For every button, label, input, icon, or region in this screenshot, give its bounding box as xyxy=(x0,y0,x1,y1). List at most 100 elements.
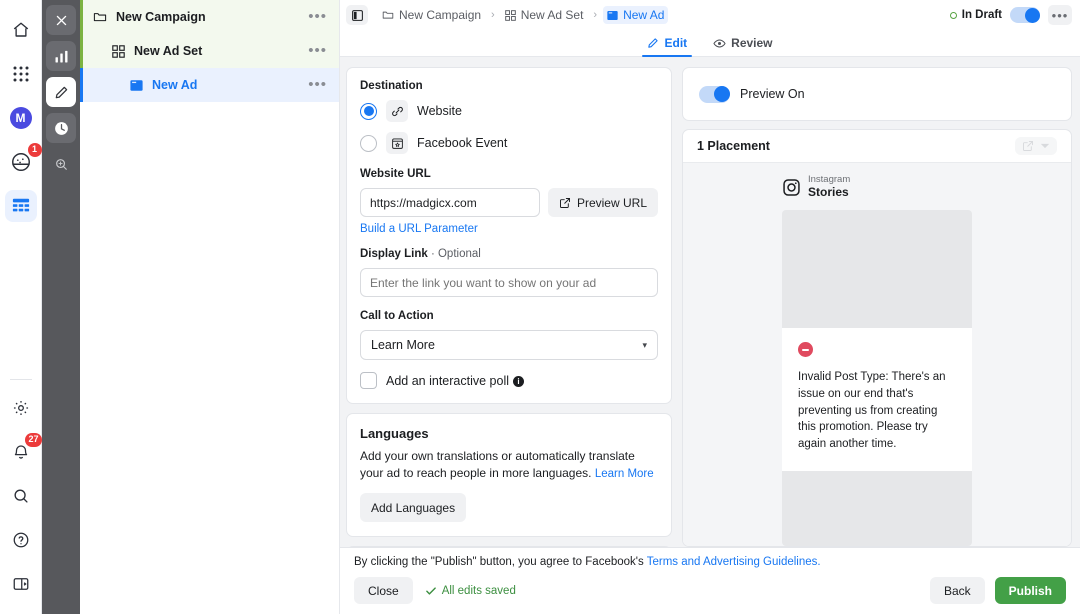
tree-row-adset[interactable]: New Ad Set ••• xyxy=(80,34,339,68)
collapse-panel-icon[interactable] xyxy=(5,568,37,600)
preview-body-card: 1 Placement Instagram Stories Invalid Po… xyxy=(682,129,1072,547)
story-media-placeholder-bottom xyxy=(782,470,972,546)
footer-right-actions: Back Publish xyxy=(929,577,1066,604)
website-radio[interactable] xyxy=(360,102,377,120)
breadcrumb-label: New Ad xyxy=(623,8,665,22)
website-url-input[interactable] xyxy=(360,188,540,217)
website-url-row: Preview URL xyxy=(360,188,658,217)
tree-row-accent-bar xyxy=(80,34,83,68)
apps-grid-icon[interactable] xyxy=(5,58,37,90)
preview-stage: Instagram Stories Invalid Post Type: The… xyxy=(683,163,1071,546)
interactive-poll-label: Add an interactive poll i xyxy=(386,374,524,388)
campaign-tree-panel: New Campaign ••• New Ad Set ••• New Ad •… xyxy=(80,0,340,614)
tree-row-ad[interactable]: New Ad ••• xyxy=(80,68,339,102)
back-button[interactable]: Back xyxy=(929,577,985,604)
clock-icon[interactable] xyxy=(46,113,76,143)
website-url-title: Website URL xyxy=(360,168,431,180)
placement-names: Instagram Stories xyxy=(808,174,850,200)
breadcrumb-item-campaign[interactable]: New Campaign xyxy=(378,6,485,24)
story-error-card: Invalid Post Type: There's an issue on o… xyxy=(782,328,972,471)
bell-badge: 27 xyxy=(25,433,42,447)
help-icon[interactable] xyxy=(5,524,37,556)
terms-prefix: By clicking the "Publish" button, you ag… xyxy=(354,556,647,568)
tab-review[interactable]: Review xyxy=(711,30,774,56)
preview-toggle-card: Preview On xyxy=(682,67,1072,121)
display-link-optional: · Optional xyxy=(430,248,481,260)
ad-form-column: Destination Website Facebook Event Websi… xyxy=(346,67,672,547)
breadcrumb-label: New Ad Set xyxy=(520,8,584,22)
bar-chart-icon[interactable] xyxy=(46,41,76,71)
top-bar: New Campaign › New Ad Set › New Ad In Dr… xyxy=(340,0,1080,30)
story-media-placeholder-top xyxy=(782,210,972,329)
status-badge: In Draft xyxy=(949,9,1002,21)
preview-toggle-label: Preview On xyxy=(740,87,805,101)
placement-format: Stories xyxy=(808,185,849,200)
preview-toggle[interactable] xyxy=(699,85,730,103)
more-options-button[interactable]: ••• xyxy=(1048,5,1072,25)
toggle-knob xyxy=(713,86,730,102)
folder-icon xyxy=(382,9,394,21)
interactive-poll-text: Add an interactive poll xyxy=(386,373,509,388)
build-url-parameter-link[interactable]: Build a URL Parameter xyxy=(360,223,658,235)
interactive-poll-row[interactable]: Add an interactive poll i xyxy=(360,372,658,389)
avatar-icon[interactable]: 1 xyxy=(5,143,42,178)
save-status: All edits saved xyxy=(425,585,516,597)
home-icon[interactable] xyxy=(5,14,37,46)
breadcrumb-item-adset[interactable]: New Ad Set xyxy=(501,6,588,24)
destination-card: Destination Website Facebook Event Websi… xyxy=(346,67,672,404)
facebook-event-radio[interactable] xyxy=(360,134,377,152)
bell-icon[interactable]: 27 xyxy=(5,433,42,468)
tree-row-menu-button[interactable]: ••• xyxy=(306,42,329,60)
destination-option-facebook-event[interactable]: Facebook Event xyxy=(360,132,658,154)
close-button[interactable]: Close xyxy=(354,577,413,604)
placement-header-actions[interactable] xyxy=(1015,137,1057,155)
chevron-down-icon[interactable] xyxy=(1040,141,1050,151)
tree-row-accent-bar xyxy=(80,68,83,102)
tree-row-campaign[interactable]: New Campaign ••• xyxy=(80,0,339,34)
add-languages-button[interactable]: Add Languages xyxy=(360,493,467,523)
table-icon[interactable] xyxy=(4,190,37,222)
main-region: New Campaign › New Ad Set › New Ad In Dr… xyxy=(340,0,1080,614)
external-link-icon[interactable] xyxy=(1022,140,1034,152)
interactive-poll-checkbox[interactable] xyxy=(360,372,377,389)
status-label: In Draft xyxy=(961,9,1002,21)
call-to-action-value: Learn More xyxy=(371,338,435,352)
tab-bar: Edit Review xyxy=(340,30,1080,57)
placement-count-label: 1 Placement xyxy=(697,139,770,153)
rail-divider xyxy=(9,379,32,380)
status-dot-icon xyxy=(949,11,957,19)
status-toggle[interactable] xyxy=(1010,7,1040,23)
destination-option-website[interactable]: Website xyxy=(360,100,658,122)
publish-button[interactable]: Publish xyxy=(994,577,1066,604)
placement-header: 1 Placement xyxy=(683,130,1071,163)
display-link-input[interactable] xyxy=(360,268,658,297)
zoom-search-icon[interactable] xyxy=(46,149,76,179)
app-root: M 1 27 New Campaign ••• New Ad Set ••• N… xyxy=(0,0,1080,614)
terms-text: By clicking the "Publish" button, you ag… xyxy=(354,556,1066,568)
close-icon[interactable] xyxy=(46,5,76,35)
placement-label-row: Instagram Stories xyxy=(782,174,972,200)
avatar-badge: 1 xyxy=(27,143,42,157)
external-link-icon xyxy=(559,197,571,209)
tree-row-menu-button[interactable]: ••• xyxy=(306,8,329,26)
languages-learn-more-link[interactable]: Learn More xyxy=(595,468,654,480)
info-icon[interactable]: i xyxy=(513,375,524,387)
terms-link[interactable]: Terms and Advertising Guidelines. xyxy=(647,556,821,568)
tree-row-label: New Campaign xyxy=(116,10,206,24)
gear-icon[interactable] xyxy=(5,392,37,424)
instagram-icon xyxy=(782,178,801,197)
pencil-icon[interactable] xyxy=(46,77,76,107)
panel-toggle-icon[interactable] xyxy=(346,5,368,25)
brand-logo-icon[interactable]: M xyxy=(5,102,37,134)
tab-edit[interactable]: Edit xyxy=(642,30,692,57)
website-option-label: Website xyxy=(417,104,462,118)
preview-url-label: Preview URL xyxy=(576,195,647,210)
breadcrumb-item-ad[interactable]: New Ad xyxy=(603,6,669,24)
ad-square-icon xyxy=(128,77,144,93)
call-to-action-select[interactable]: Learn More ▾ xyxy=(360,330,658,360)
languages-title: Languages xyxy=(360,426,429,441)
preview-url-button[interactable]: Preview URL xyxy=(547,188,658,217)
tree-row-menu-button[interactable]: ••• xyxy=(306,76,329,94)
search-icon[interactable] xyxy=(5,480,37,512)
grid-squares-icon xyxy=(504,9,516,21)
